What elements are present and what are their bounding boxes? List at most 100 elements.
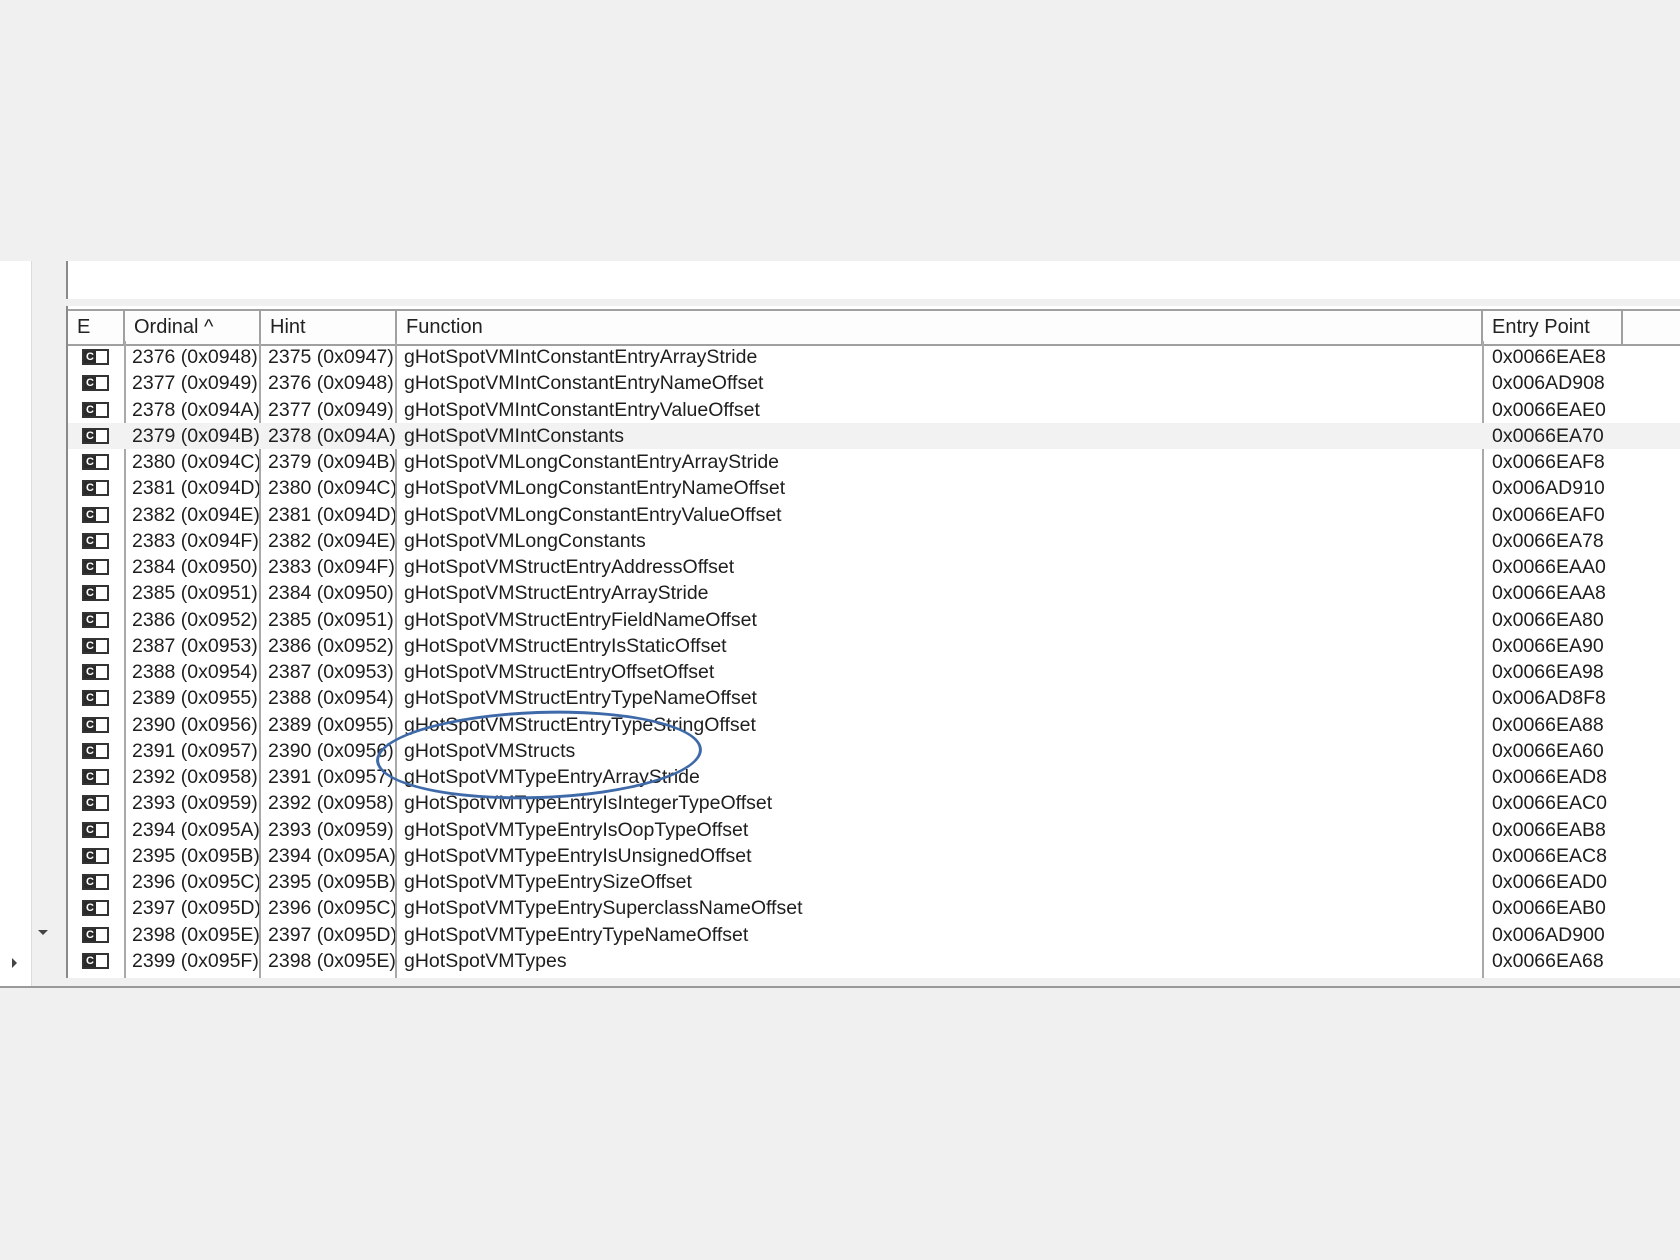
function-cell: gHotSpotVMTypeEntryArrayStride (404, 766, 700, 788)
table-row[interactable]: C 2398 (0x095E) 2397 (0x095D) gHotSpotVM… (68, 922, 1680, 948)
left-pane-scrollbar[interactable] (31, 261, 56, 988)
function-cell: gHotSpotVMLongConstants (404, 529, 646, 552)
ordinal-cell: 2389 (0x0955) (132, 687, 258, 710)
c-icon-letter: C (84, 876, 96, 888)
export-type-cell: C (68, 633, 124, 659)
column-header-e[interactable]: E (68, 311, 125, 344)
function-cell: gHotSpotVMTypeEntryTypeNameOffset (404, 923, 749, 946)
ordinal-cell: 2377 (0x0949) (132, 372, 258, 395)
table-row[interactable]: C 2383 (0x094F) 2382 (0x094E) gHotSpotVM… (68, 528, 1680, 554)
upper-list-pane[interactable] (66, 261, 1680, 299)
function-cell: gHotSpotVMTypeEntryIsOopTypeOffset (404, 818, 749, 841)
column-header-entry-point[interactable]: Entry Point (1483, 311, 1623, 344)
entry-point-cell: 0x006AD910 (1492, 477, 1605, 500)
function-cell: gHotSpotVMLongConstantEntryArrayStride (404, 451, 780, 473)
export-type-cell: C (68, 397, 124, 423)
function-cell: gHotSpotVMIntConstantEntryNameOffset (404, 372, 764, 395)
entry-point-cell: 0x0066EAB8 (1492, 818, 1606, 841)
ordinal-cell: 2383 (0x094F) (132, 529, 259, 552)
hint-cell: 2398 (0x095E) (268, 949, 395, 972)
hint-cell: 2380 (0x094C) (268, 477, 395, 500)
c-icon-letter: C (84, 456, 96, 468)
c-icon-letter: C (84, 351, 96, 363)
table-row[interactable]: C 2381 (0x094D) 2380 (0x094C) gHotSpotVM… (68, 475, 1680, 501)
hint-cell: 2379 (0x094B) (268, 451, 395, 473)
c-function-icon: C (82, 585, 109, 602)
table-row[interactable]: C 2380 (0x094C) 2379 (0x094B) gHotSpotVM… (68, 449, 1680, 475)
ordinal-cell: 2388 (0x0954) (132, 661, 258, 683)
c-function-icon: C (82, 454, 109, 470)
table-row[interactable]: C 2396 (0x095C) 2395 (0x095B) gHotSpotVM… (68, 869, 1680, 895)
table-row[interactable]: C 2379 (0x094B) 2378 (0x094A) gHotSpotVM… (68, 422, 1680, 449)
c-icon-letter: C (84, 403, 96, 416)
c-icon-letter: C (84, 718, 96, 731)
ordinal-cell: 2385 (0x0951) (132, 582, 258, 605)
table-row[interactable]: C 2392 (0x0958) 2391 (0x0957) gHotSpotVM… (68, 764, 1680, 790)
function-cell: gHotSpotVMTypeEntryIsUnsignedOffset (404, 844, 752, 867)
top-background (0, 0, 1680, 261)
column-header-function[interactable]: Function (397, 311, 1483, 344)
table-row[interactable]: C 2376 (0x0948) 2375 (0x0947) gHotSpotVM… (68, 344, 1680, 370)
table-row[interactable]: C 2384 (0x0950) 2383 (0x094F) gHotSpotVM… (68, 554, 1680, 580)
scroll-right-arrow-icon[interactable] (12, 958, 17, 968)
table-row[interactable]: C 2390 (0x0956) 2389 (0x0955) gHotSpotVM… (68, 712, 1680, 738)
hint-cell: 2394 (0x095A) (268, 844, 395, 867)
table-row[interactable]: C 2397 (0x095D) 2396 (0x095C) gHotSpotVM… (68, 895, 1680, 921)
scroll-down-arrow-icon[interactable] (38, 930, 48, 935)
c-icon-letter: C (84, 482, 96, 495)
c-function-icon: C (82, 952, 109, 969)
column-header-ordinal[interactable]: Ordinal ^ (125, 311, 261, 344)
table-row[interactable]: C 2387 (0x0953) 2386 (0x0952) gHotSpotVM… (68, 633, 1680, 659)
table-row[interactable]: C 2382 (0x094E) 2381 (0x094D) gHotSpotVM… (68, 502, 1680, 528)
ordinal-cell: 2384 (0x0950) (132, 556, 258, 578)
hint-cell: 2388 (0x0954) (268, 687, 394, 710)
exports-list-view[interactable]: E Ordinal ^ Hint Function Entry Point C … (66, 306, 1680, 978)
column-header-hint[interactable]: Hint (261, 311, 397, 344)
ordinal-cell: 2392 (0x0958) (132, 766, 258, 788)
column-header-bar: E Ordinal ^ Hint Function Entry Point (68, 309, 1680, 346)
hint-cell: 2384 (0x0950) (268, 582, 394, 605)
export-type-cell: C (68, 580, 124, 606)
c-function-icon: C (82, 559, 109, 575)
ordinal-cell: 2398 (0x095E) (132, 923, 259, 946)
c-function-icon: C (82, 532, 109, 549)
entry-point-cell: 0x0066EAE0 (1492, 398, 1606, 421)
entry-point-cell: 0x0066EA60 (1492, 739, 1604, 762)
function-cell: gHotSpotVMStructEntryFieldNameOffset (404, 608, 757, 631)
function-cell: gHotSpotVMStructEntryAddressOffset (404, 556, 735, 578)
function-cell: gHotSpotVMIntConstants (404, 424, 625, 447)
export-type-cell: C (68, 607, 124, 633)
hint-cell: 2391 (0x0957) (268, 766, 394, 788)
table-row[interactable]: C 2393 (0x0959) 2392 (0x0958) gHotSpotVM… (68, 790, 1680, 816)
entry-point-cell: 0x006AD900 (1492, 923, 1605, 946)
entry-point-cell: 0x0066EAA8 (1492, 582, 1606, 605)
hint-cell: 2377 (0x0949) (268, 398, 394, 421)
export-type-cell: C (68, 370, 124, 396)
function-cell: gHotSpotVMStructEntryTypeNameOffset (404, 687, 757, 710)
ordinal-cell: 2391 (0x0957) (132, 739, 258, 762)
hint-cell: 2390 (0x0956) (268, 739, 394, 762)
table-row[interactable]: C 2378 (0x094A) 2377 (0x0949) gHotSpotVM… (68, 397, 1680, 423)
table-row[interactable]: C 2385 (0x0951) 2384 (0x0950) gHotSpotVM… (68, 580, 1680, 606)
export-type-cell: C (68, 869, 124, 895)
export-type-cell: C (68, 764, 124, 790)
table-row[interactable]: C 2395 (0x095B) 2394 (0x095A) gHotSpotVM… (68, 843, 1680, 869)
table-row[interactable]: C 2388 (0x0954) 2387 (0x0953) gHotSpotVM… (68, 659, 1680, 685)
entry-point-cell: 0x0066EA78 (1492, 529, 1604, 552)
hint-cell: 2375 (0x0947) (268, 346, 394, 368)
c-function-icon: C (82, 742, 109, 759)
table-row[interactable]: C 2386 (0x0952) 2385 (0x0951) gHotSpotVM… (68, 607, 1680, 633)
table-row[interactable]: C 2399 (0x095F) 2398 (0x095E) gHotSpotVM… (68, 948, 1680, 974)
c-function-icon: C (82, 769, 109, 785)
function-cell: gHotSpotVMTypes (404, 949, 567, 972)
ordinal-cell: 2390 (0x0956) (132, 713, 258, 736)
c-icon-letter: C (84, 587, 96, 600)
export-type-cell: C (68, 554, 124, 580)
c-function-icon: C (82, 716, 109, 733)
table-row[interactable]: C 2389 (0x0955) 2388 (0x0954) gHotSpotVM… (68, 685, 1680, 711)
table-row[interactable]: C 2377 (0x0949) 2376 (0x0948) gHotSpotVM… (68, 370, 1680, 396)
c-icon-letter: C (84, 823, 96, 836)
table-row[interactable]: C 2394 (0x095A) 2393 (0x0959) gHotSpotVM… (68, 817, 1680, 843)
table-row[interactable]: C 2391 (0x0957) 2390 (0x0956) gHotSpotVM… (68, 738, 1680, 764)
ordinal-cell: 2394 (0x095A) (132, 818, 259, 841)
